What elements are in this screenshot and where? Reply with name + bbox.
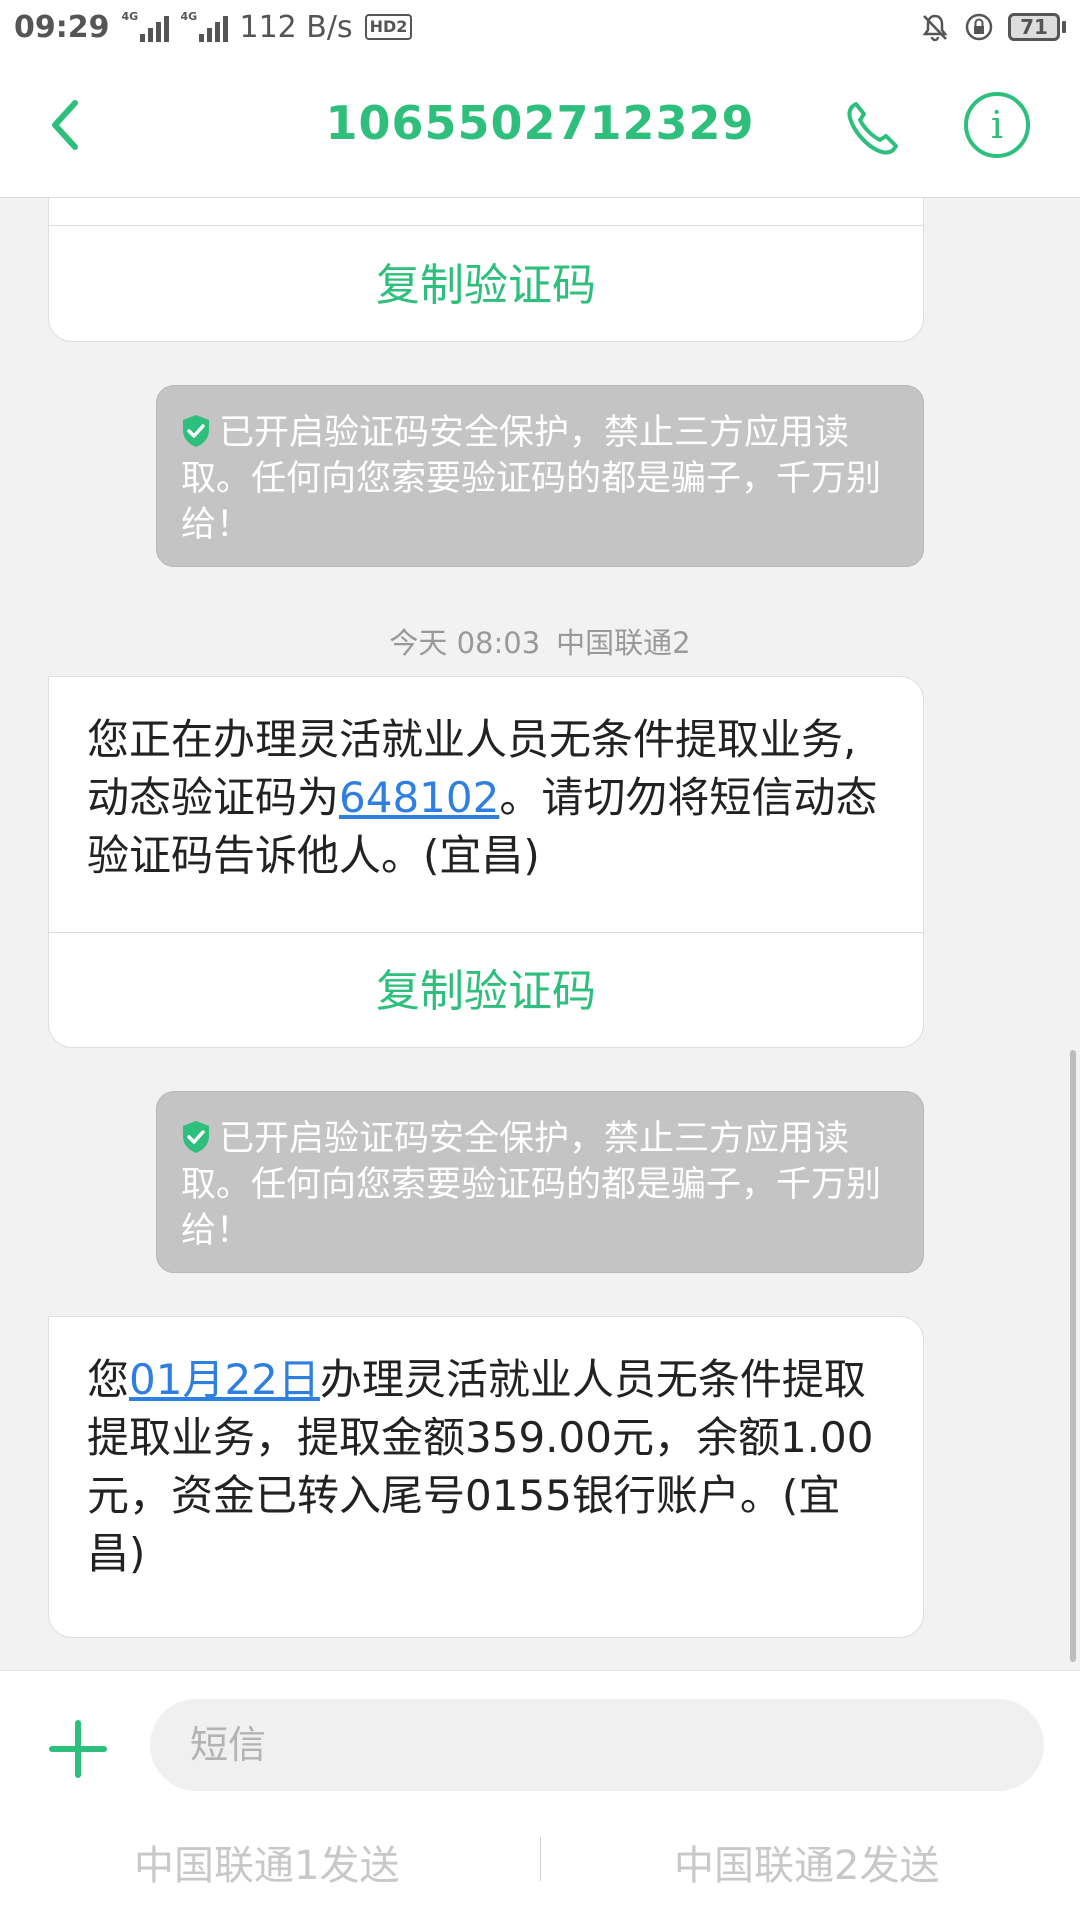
message-text: 您正在办理灵活就业人员无条件提取业务,动态验证码为648102。请切勿将短信动态…	[87, 715, 878, 880]
signal-icon: 4G	[122, 10, 169, 42]
message-text: 您01月22日办理灵活就业人员无条件提取提取业务，提取金额359.00元，余额1…	[87, 1355, 874, 1578]
add-attachment-button[interactable]	[48, 1719, 108, 1779]
security-notice-text: 已开启验证码安全保护，禁止三方应用读取。任何向您索要验证码的都是骗子，千万别给！	[181, 1119, 882, 1251]
info-button[interactable]: i	[964, 92, 1030, 158]
status-time: 09:29	[14, 9, 110, 45]
date-link[interactable]: 01月22日	[129, 1355, 320, 1404]
shield-check-icon	[183, 415, 209, 447]
conversation-header: 1065502712329 i	[0, 54, 1080, 198]
message-bubble[interactable]: 您01月22日办理灵活就业人员无条件提取提取业务，提取金额359.00元，余额1…	[48, 1316, 924, 1638]
info-icon: i	[990, 103, 1004, 147]
plus-icon	[49, 1720, 107, 1778]
verification-code-link[interactable]: 648102	[339, 773, 499, 822]
copy-code-button[interactable]: 复制验证码	[49, 955, 923, 1019]
send-divider	[540, 1837, 541, 1881]
network-speed: 112 B/s	[239, 9, 353, 45]
message-bubble[interactable]: 您正在办理灵活就业人员无条件提取业务,动态验证码为648102。请切勿将短信动态…	[48, 676, 924, 1048]
send-sim2-button[interactable]: 中国联通2发送	[674, 1833, 939, 1891]
phone-icon	[847, 102, 898, 155]
shield-check-icon	[183, 1121, 209, 1153]
sender-number: 1065502712329	[325, 96, 755, 150]
message-bubble[interactable]: 复制验证码	[48, 198, 924, 342]
bell-muted-icon	[922, 14, 948, 42]
hd-voice-icon: HD2	[364, 14, 413, 40]
rotation-lock-icon	[965, 13, 993, 41]
message-timestamp: 今天 08:03 中国联通2	[0, 620, 1080, 662]
scrollbar[interactable]	[1070, 1050, 1076, 1662]
bubble-divider	[49, 225, 923, 226]
timestamp-time: 今天 08:03	[389, 626, 541, 660]
security-notice-text: 已开启验证码安全保护，禁止三方应用读取。任何向您索要验证码的都是骗子，千万别给！	[181, 413, 882, 545]
message-input[interactable]	[150, 1699, 1044, 1791]
battery-level: 71	[1008, 13, 1060, 41]
bubble-divider	[49, 932, 923, 933]
security-notice: 已开启验证码安全保护，禁止三方应用读取。任何向您索要验证码的都是骗子，千万别给！	[156, 1091, 924, 1273]
send-sim1-button[interactable]: 中国联通1发送	[134, 1833, 399, 1891]
battery-icon: 71	[1008, 13, 1066, 41]
status-bar: 09:29 4G 4G 112 B/s HD2 71	[0, 0, 1080, 54]
copy-code-button[interactable]: 复制验证码	[49, 249, 923, 313]
compose-bar: 中国联通1发送 中国联通2发送	[0, 1670, 1080, 1920]
timestamp-sim: 中国联通2	[556, 626, 691, 660]
call-button[interactable]	[838, 94, 906, 162]
security-notice: 已开启验证码安全保护，禁止三方应用读取。任何向您索要验证码的都是骗子，千万别给！	[156, 385, 924, 567]
signal-icon-2: 4G	[181, 10, 228, 42]
message-list[interactable]: 复制验证码 已开启验证码安全保护，禁止三方应用读取。任何向您索要验证码的都是骗子…	[0, 198, 1080, 1670]
